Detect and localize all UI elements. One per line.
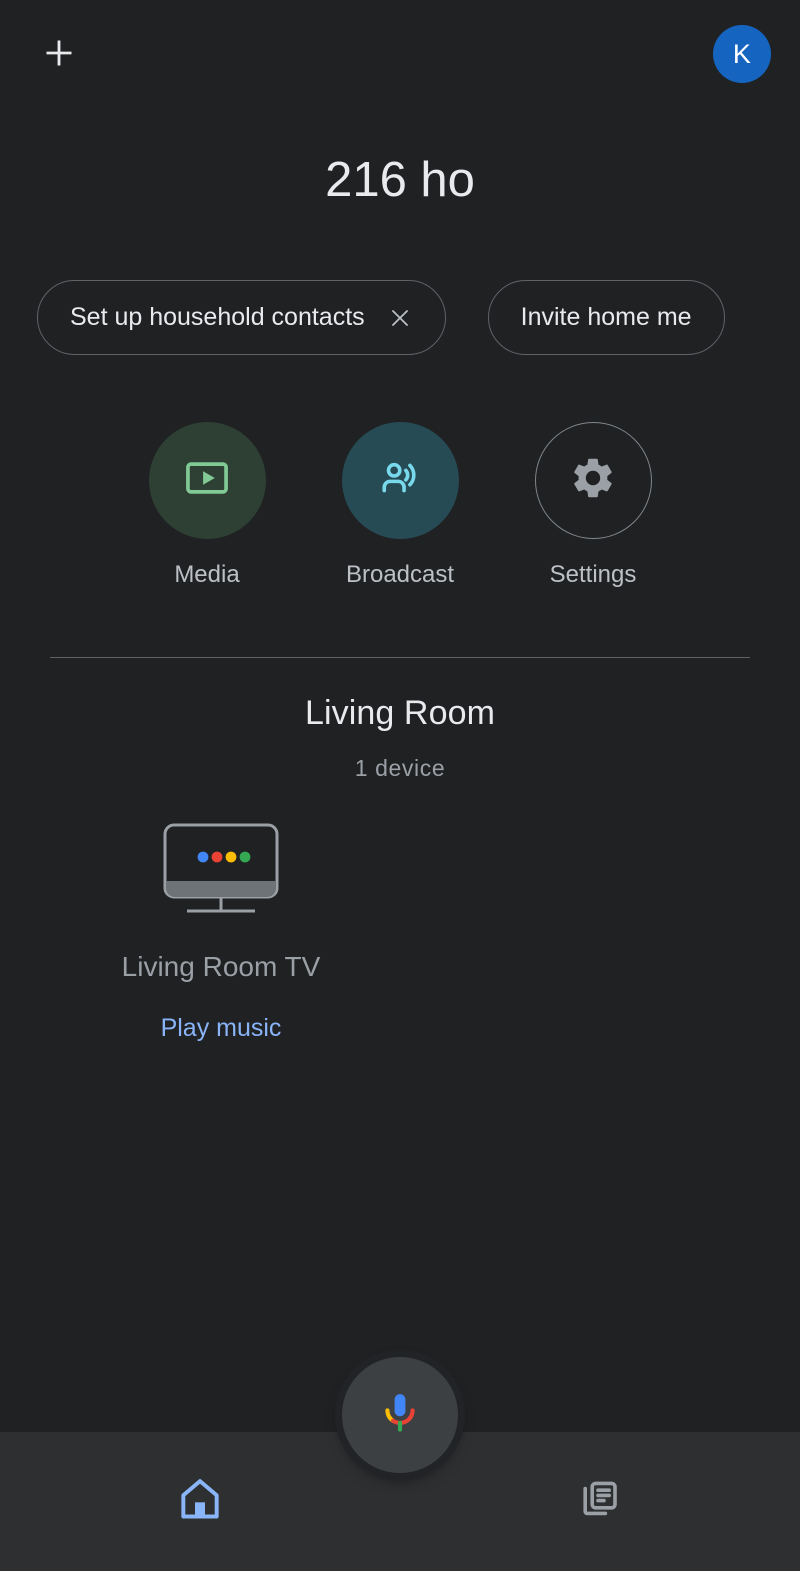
media-button[interactable]	[148, 422, 266, 539]
add-device-button[interactable]	[32, 28, 86, 82]
google-assistant-mic-icon	[374, 1387, 426, 1444]
settings-button[interactable]	[534, 422, 652, 539]
feed-icon	[576, 1475, 624, 1528]
device-name: Living Room TV	[121, 951, 321, 982]
page-title: 216 ho	[325, 153, 475, 207]
section-divider	[50, 657, 750, 658]
media-play-icon	[181, 452, 233, 509]
quick-action-media[interactable]: Media	[147, 422, 267, 589]
broadcast-icon	[373, 451, 427, 510]
device-tile-living-room-tv[interactable]: Living Room TV Play music	[104, 818, 338, 1043]
quick-action-label: Media	[174, 561, 240, 588]
quick-actions-row: Media Broadcast Settings	[0, 422, 800, 589]
top-bar: K	[0, 0, 800, 110]
quick-action-broadcast[interactable]: Broadcast	[340, 422, 460, 589]
room-device-count: 1 device	[354, 755, 446, 781]
quick-action-settings[interactable]: Settings	[533, 422, 653, 589]
gear-icon	[569, 454, 617, 507]
play-music-link[interactable]: Play music	[161, 1014, 282, 1043]
chip-setup-household-contacts[interactable]: Set up household contacts	[37, 280, 446, 355]
chip-label: Set up household contacts	[70, 303, 365, 331]
suggestion-chips: Set up household contacts Invite home me	[37, 280, 725, 355]
close-icon[interactable]	[387, 305, 413, 331]
home-icon	[175, 1474, 225, 1529]
quick-action-label: Settings	[549, 561, 637, 588]
quick-action-label: Broadcast	[345, 561, 455, 588]
nav-item-home[interactable]	[0, 1432, 400, 1571]
assistant-button[interactable]	[342, 1357, 458, 1473]
plus-icon	[39, 33, 79, 78]
avatar-initial: K	[732, 38, 752, 69]
room-title: Living Room	[304, 694, 496, 732]
broadcast-button[interactable]	[341, 422, 459, 539]
tv-icon	[161, 818, 281, 923]
chip-label: Invite home me	[520, 303, 692, 331]
chip-invite-home-members[interactable]: Invite home me	[487, 280, 725, 355]
avatar[interactable]: K	[713, 25, 771, 83]
nav-item-feed[interactable]	[400, 1432, 800, 1571]
